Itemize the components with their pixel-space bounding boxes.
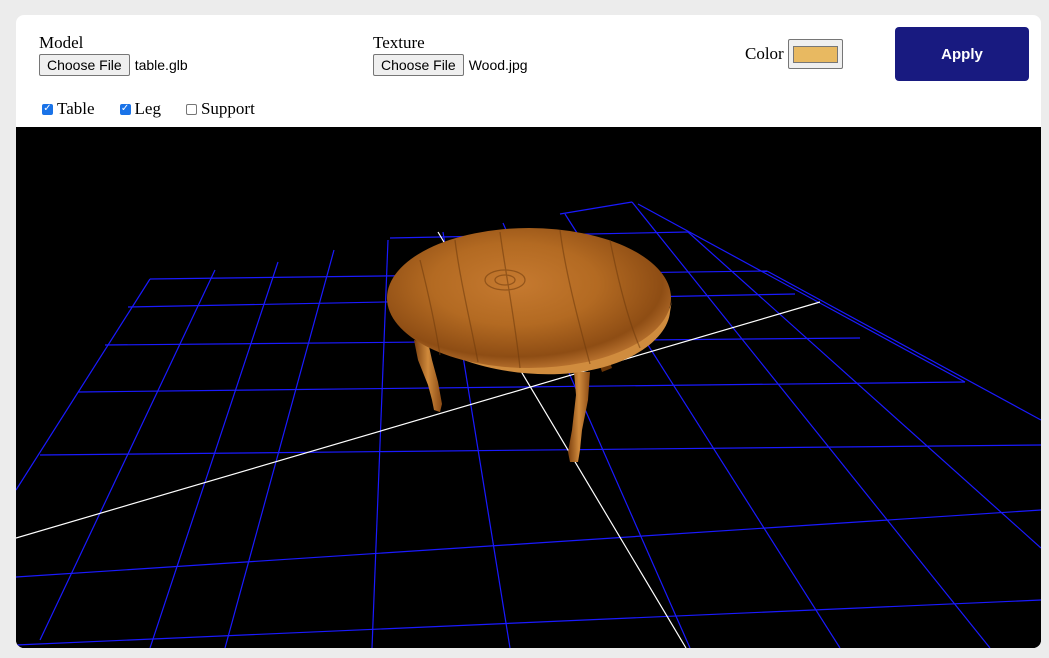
model-field: Model Choose File table.glb [39, 33, 188, 76]
scene-canvas[interactable] [16, 127, 1041, 648]
checkbox-leg-label: Leg [134, 99, 161, 118]
color-swatch-fill [792, 45, 838, 63]
checkbox-table-box[interactable] [42, 103, 53, 115]
texture-choose-file-button[interactable]: Choose File [373, 54, 464, 76]
apply-button[interactable]: Apply [895, 27, 1029, 81]
checkbox-leg-box[interactable] [119, 103, 131, 115]
checkbox-support-box[interactable] [185, 103, 197, 115]
model-file-name: table.glb [134, 57, 188, 73]
color-field: Color [745, 39, 843, 69]
color-picker[interactable] [787, 39, 843, 69]
checkbox-support[interactable]: Support [185, 99, 255, 119]
model-label: Model [39, 33, 84, 52]
texture-label: Texture [373, 33, 425, 52]
control-panel: Model Choose File table.glb Texture Choo… [16, 15, 1041, 648]
3d-viewport[interactable] [16, 127, 1041, 648]
checkbox-table-label: Table [57, 99, 95, 118]
checkbox-leg[interactable]: Leg [119, 99, 161, 119]
texture-field: Texture Choose File Wood.jpg [373, 33, 528, 76]
checkbox-table[interactable]: Table [42, 99, 95, 119]
model-choose-file-button[interactable]: Choose File [39, 54, 130, 76]
texture-file-name: Wood.jpg [468, 57, 528, 73]
color-label: Color [745, 44, 784, 63]
layer-checkboxes: Table Leg Support [42, 99, 280, 119]
checkbox-support-label: Support [200, 99, 255, 118]
